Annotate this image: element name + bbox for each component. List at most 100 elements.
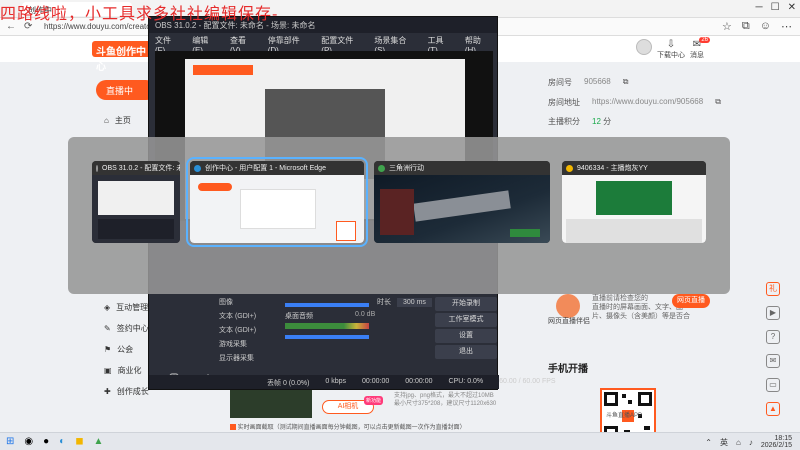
exit-button[interactable]: 退出 [435, 345, 497, 359]
nav-item-signup[interactable]: ✎ 签约中心 [104, 323, 149, 334]
clock[interactable]: 18:15 2026/2/15 [761, 435, 792, 449]
nav-item-growth[interactable]: ✚ 创作成长 [104, 386, 149, 397]
switcher-card-game[interactable]: 三角洲行动 [374, 161, 550, 243]
maximize-icon[interactable]: ☐ [771, 2, 780, 13]
source-item[interactable]: 显示器采集 [219, 353, 254, 363]
nav-item-mall[interactable]: ▣ 商业化 [104, 365, 142, 376]
yy-icon [566, 164, 573, 172]
douyu-logo[interactable]: 斗鱼创作中心 [92, 41, 156, 73]
desc-line: 片、摄像头（含美颜）等是否合 [592, 313, 690, 320]
card-caption: 9406334 - 主播炮灰YY [562, 161, 706, 175]
ime-indicator[interactable]: 英 [720, 437, 728, 448]
card-title: 9406334 - 主播炮灰YY [577, 165, 648, 172]
back-to-top-icon[interactable]: ▲ [766, 402, 780, 416]
home-icon: ⌂ [104, 116, 109, 125]
source-item[interactable]: 游戏采集 [219, 339, 247, 349]
room-url-row: 房间地址 https://www.douyu.com/905668 ⧉ [548, 97, 721, 108]
auto-cover-text: 实时画面截取（测试期间直播画面每分钟截图，可以点击更新截图一次作为直播封面） [237, 425, 466, 431]
overlay-text: 四路线啦，小工具求多社社编辑保存- [0, 4, 279, 23]
mall-icon: ▣ [104, 366, 112, 375]
message-button[interactable]: ✉ 消息 26 [682, 37, 712, 60]
bilibili-icon[interactable]: ◼ [75, 436, 83, 447]
menu-edit[interactable]: 编辑(E) [192, 35, 218, 55]
video-icon[interactable]: ▶ [766, 306, 780, 320]
game-icon[interactable]: ▲ [94, 436, 104, 447]
bitrate: 0 kbps [325, 378, 347, 385]
switcher-card-edge[interactable]: 创作中心 - 用户配置 1 - Microsoft Edge [186, 157, 368, 247]
volume-icon[interactable]: ♪ [749, 438, 753, 447]
score-row: 主播积分 12 分 [548, 116, 611, 127]
rec-time: 00:00:00 [405, 378, 433, 385]
nav-label: 签约中心 [116, 324, 149, 333]
settings-button[interactable]: 设置 [435, 329, 497, 343]
switcher-card-obs[interactable]: OBS 31.0.2 - 配置文件: 未命... [92, 161, 180, 243]
phone-live-title: 手机开播 [548, 364, 588, 375]
start-icon[interactable]: ⊞ [6, 436, 14, 447]
source-item[interactable]: 文本 (GDI+) [219, 325, 256, 335]
obs-statusbar: 丢帧 0 (0.0%) 0 kbps 00:00:00 00:00:00 CPU… [149, 375, 556, 389]
menu-help[interactable]: 帮助(H) [465, 35, 491, 55]
menu-scene-collection[interactable]: 场景集合(S) [374, 35, 415, 55]
nav-item-interact[interactable]: ◈ 互动管理 [104, 302, 148, 313]
fps: 60.00 / 60.00 FPS [499, 378, 556, 385]
obs-icon[interactable]: ● [43, 436, 49, 447]
menu-docks[interactable]: 停靠部件(D) [268, 35, 310, 55]
menu-file[interactable]: 文件(F) [155, 35, 180, 55]
start-recording-button[interactable]: 开始录制 [435, 297, 497, 311]
collections-icon[interactable]: ⧉ [742, 20, 750, 33]
volume-slider[interactable] [285, 303, 369, 307]
mixer-channel-label: 桌面音频 [285, 313, 313, 320]
room-id-value: 905668 [584, 77, 611, 86]
transition-row: 时长 300 ms [377, 297, 432, 307]
edge-icon[interactable]: ◐ [59, 436, 65, 447]
nav-item-home[interactable]: ⌂ 主页 [104, 115, 131, 126]
live-status-button[interactable]: 直播中 [96, 80, 156, 100]
network-icon[interactable]: ⌂ [736, 438, 741, 447]
source-item[interactable]: 文本 (GDI+) [219, 311, 256, 321]
chat-icon[interactable]: ✉ [766, 354, 780, 368]
gift-icon[interactable]: 礼 [766, 282, 780, 296]
room-id-row: 房间号 905668 ⧉ [548, 77, 628, 88]
new-feature-tag: 新功能 [364, 396, 384, 405]
studio-mode-button[interactable]: 工作室模式 [435, 313, 497, 327]
room-id-label: 房间号 [548, 78, 572, 87]
search-icon[interactable]: ◉ [24, 436, 33, 447]
help-icon[interactable]: ? [766, 330, 780, 344]
right-dock: 礼 ▶ ? ✉ ▭ ▲ [762, 282, 784, 416]
obs-menubar: 文件(F) 编辑(E) 查看(V) 停靠部件(D) 配置文件(P) 场景集合(S… [149, 33, 497, 55]
profile-icon[interactable]: ☺ [760, 20, 771, 33]
avatar[interactable] [636, 39, 652, 55]
edge-icon [194, 164, 201, 172]
more-icon[interactable]: ⋯ [781, 20, 792, 33]
card-caption: 三角洲行动 [374, 161, 550, 175]
menu-view[interactable]: 查看(V) [230, 35, 256, 55]
nav-item-guild[interactable]: ⚑ 公会 [104, 344, 133, 355]
card-thumbnail [374, 175, 550, 243]
card-thumbnail [562, 175, 706, 243]
source-item[interactable]: 图像 [219, 297, 233, 307]
transition-duration[interactable]: 300 ms [396, 298, 432, 307]
copy-icon[interactable]: ⧉ [623, 77, 629, 88]
switcher-card-yy[interactable]: 9406334 - 主播炮灰YY [562, 161, 706, 243]
menu-tools[interactable]: 工具(T) [428, 35, 453, 55]
volume-slider[interactable] [285, 335, 369, 339]
minimize-icon[interactable]: ─ [756, 2, 763, 13]
checkbox[interactable] [230, 424, 236, 431]
chevron-up-icon[interactable]: ⌃ [705, 438, 712, 447]
companion-name: 网页直播伴侣 [548, 318, 590, 325]
menu-profile[interactable]: 配置文件(P) [321, 35, 362, 55]
monitor-icon[interactable]: ▭ [766, 378, 780, 392]
message-label: 消息 [690, 52, 704, 59]
card-caption: 创作中心 - 用户配置 1 - Microsoft Edge [190, 161, 364, 175]
game-icon [378, 164, 385, 172]
web-live-button[interactable]: 网页直播 [672, 294, 710, 308]
nav-label: 互动管理 [116, 303, 149, 312]
signup-icon: ✎ [104, 324, 111, 333]
close-icon[interactable]: ✕ [788, 2, 796, 13]
window-controls: ─ ☐ ✕ [756, 2, 796, 13]
favorites-icon[interactable]: ☆ [722, 20, 732, 33]
copy-icon[interactable]: ⧉ [715, 97, 721, 108]
card-caption: OBS 31.0.2 - 配置文件: 未命... [92, 161, 180, 175]
nav-label: 创作成长 [116, 387, 149, 396]
growth-icon: ✚ [104, 387, 111, 396]
